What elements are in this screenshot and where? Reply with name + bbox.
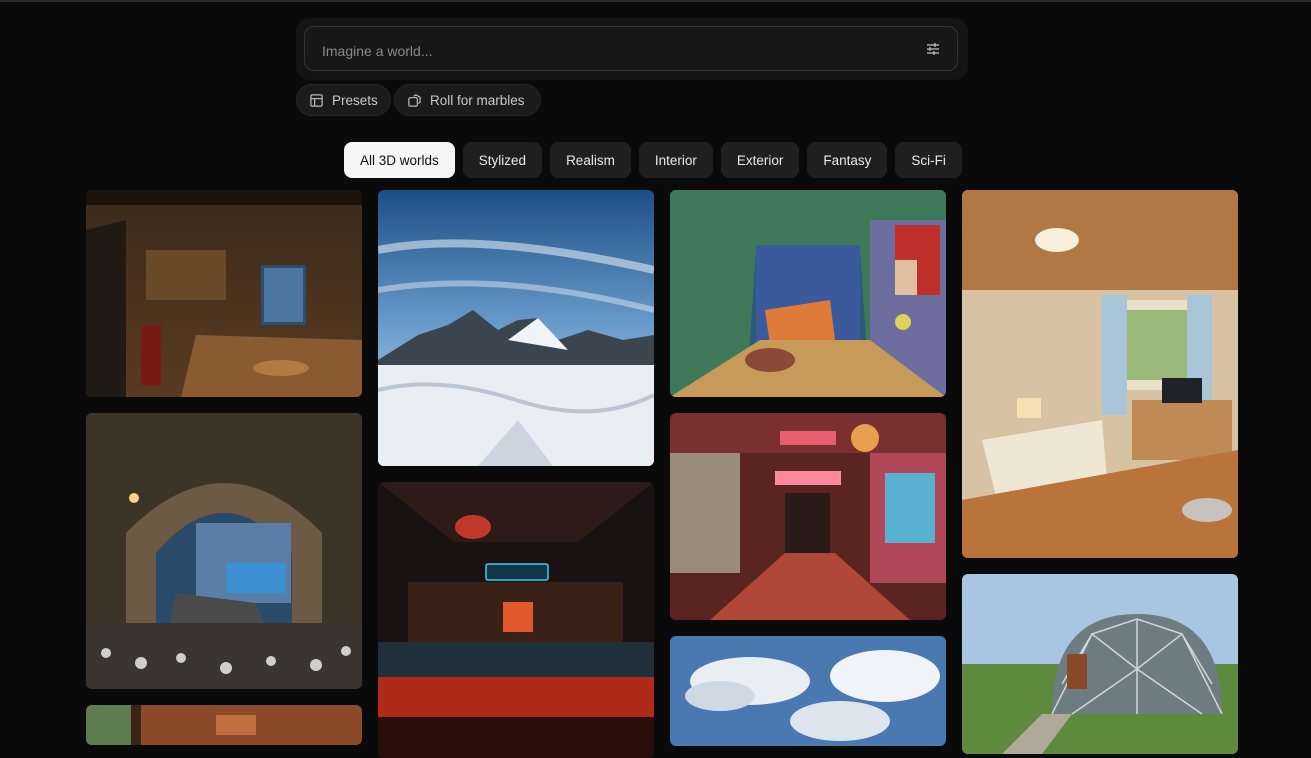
presets-button[interactable]: Presets	[296, 84, 391, 116]
top-divider	[0, 0, 1311, 2]
tab-exterior[interactable]: Exterior	[720, 142, 800, 178]
world-thumbnail	[378, 482, 654, 758]
world-thumbnail	[86, 705, 362, 745]
world-card-arcade-alley[interactable]	[670, 413, 946, 620]
tab-realism[interactable]: Realism	[550, 142, 631, 178]
world-card-stone-archway[interactable]	[86, 413, 362, 689]
dice-icon	[408, 93, 421, 107]
world-thumbnail	[86, 413, 362, 689]
tab-fantasy[interactable]: Fantasy	[807, 142, 888, 178]
sliders-icon[interactable]	[925, 41, 941, 57]
world-card-wooden-room[interactable]	[86, 705, 362, 745]
category-tabs: All 3D worlds Stylized Realism Interior …	[344, 142, 962, 178]
world-card-cluttered-kitchen[interactable]	[86, 190, 362, 397]
tab-all-3d-worlds[interactable]: All 3D worlds	[344, 142, 455, 178]
layout-icon	[310, 93, 323, 107]
world-card-cozy-bedroom[interactable]	[962, 190, 1238, 558]
presets-label: Presets	[332, 92, 378, 108]
tab-stylized[interactable]: Stylized	[462, 142, 543, 178]
tab-interior[interactable]: Interior	[638, 142, 713, 178]
world-card-snowy-mountains[interactable]	[378, 190, 654, 466]
world-card-cloudy-sky[interactable]	[670, 636, 946, 746]
world-thumbnail	[670, 190, 946, 397]
world-thumbnail	[670, 413, 946, 620]
world-card-geodesic-dome[interactable]	[962, 574, 1238, 754]
world-thumbnail	[86, 190, 362, 397]
search-box[interactable]	[304, 26, 958, 74]
tab-sci-fi[interactable]: Sci-Fi	[895, 142, 962, 178]
world-card-neon-bar[interactable]	[378, 482, 654, 758]
roll-label: Roll for marbles	[430, 92, 525, 108]
world-thumbnail	[962, 574, 1238, 754]
world-thumbnail	[962, 190, 1238, 558]
world-card-painted-bedroom[interactable]	[670, 190, 946, 397]
world-thumbnail	[378, 190, 654, 466]
world-thumbnail	[670, 636, 946, 746]
search-input[interactable]	[320, 27, 904, 74]
roll-for-marbles-button[interactable]: Roll for marbles	[394, 84, 541, 116]
